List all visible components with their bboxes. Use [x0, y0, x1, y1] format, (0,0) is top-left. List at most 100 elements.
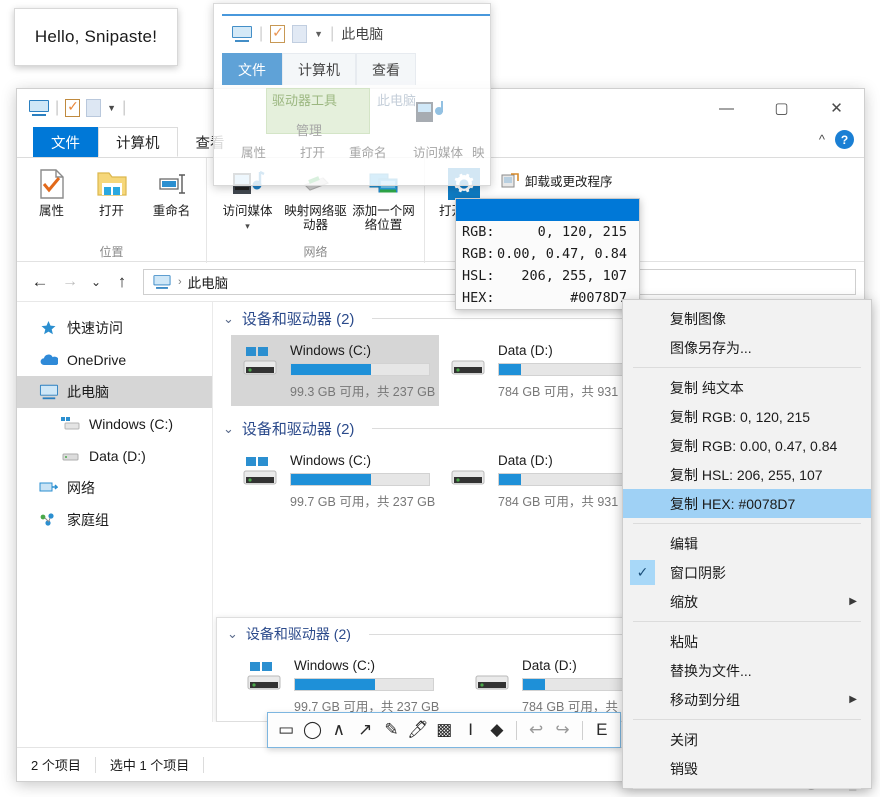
sidebar-item-quick-access[interactable]: 快速访问 [17, 312, 212, 344]
group-title: 设备和驱动器 [245, 626, 330, 642]
up-button[interactable]: ↑ [107, 268, 137, 296]
menu-item-copy-image[interactable]: 复制图像 [623, 304, 871, 333]
close-button[interactable]: ✕ [809, 89, 864, 127]
sidebar-item-homegroup[interactable]: 家庭组 [17, 504, 212, 536]
drive-tile[interactable]: Data (D:) 784 GB 可用，共 931 GB [439, 445, 647, 516]
sidebar-label-windows-c: Windows (C:) [89, 416, 174, 432]
ribbon-button-open[interactable]: 打开 [83, 163, 141, 218]
sidebar-item-data-d[interactable]: Data (D:) [17, 440, 212, 472]
menu-separator [633, 719, 861, 720]
menu-item-copy-hsl[interactable]: 复制 HSL: 206, 255, 107 [623, 460, 871, 489]
menu-item-copy-rgb255[interactable]: 复制 RGB: 0, 120, 215 [623, 402, 871, 431]
arrow-tool[interactable]: ↗ [353, 717, 377, 744]
color-swatch [456, 199, 639, 221]
group-title: 设备和驱动器 [241, 311, 332, 328]
ribbon-button-uninstall-program[interactable]: 卸载或更改程序 [495, 163, 613, 190]
menu-item-copy-hex[interactable]: 复制 HEX: #0078D7 [623, 489, 871, 518]
ribbon-label-rename: 重命名 [152, 204, 191, 218]
undo-button[interactable]: ↩ [524, 717, 548, 744]
drive-tile[interactable]: Windows (C:) 99.7 GB 可用，共 237 GB [235, 650, 443, 721]
drive-tile[interactable]: Windows (C:) 99.7 GB 可用，共 237 GB [231, 445, 439, 516]
sidebar-item-network[interactable]: 网络 [17, 472, 212, 504]
more-button[interactable]: E [590, 717, 614, 744]
snippet-item-map: 映 [472, 146, 485, 160]
drive-name: Windows (C:) [294, 658, 376, 673]
snippet-ghost-label: 此电脑 [377, 93, 417, 108]
menu-separator [633, 367, 861, 368]
snippet-tab-file[interactable]: 文件 [222, 53, 282, 85]
new-folder-icon[interactable] [86, 99, 102, 117]
menu-label-move-to-group: 移动到分组 [670, 691, 740, 708]
snipaste-pinned-explorer-snippet[interactable]: | ▼ | 此电脑 文件 计算机 查看 驱动器工具 管理 此电脑 属性 打开 重… [213, 3, 491, 186]
menu-item-save-image-as[interactable]: 图像另存为... [623, 333, 871, 362]
menu-item-window-shadow[interactable]: ✓ 窗口阴影 [623, 558, 871, 587]
redo-button[interactable]: ↪ [550, 717, 574, 744]
recent-locations-icon[interactable]: ⌄ [85, 268, 107, 296]
menu-item-move-to-group[interactable]: 移动到分组 ▶ [623, 685, 871, 714]
color-value-rgb-float: 0.00, 0.47, 0.84 [496, 246, 627, 262]
help-icon[interactable]: ? [835, 130, 854, 149]
menu-item-edit[interactable]: 编辑 [623, 529, 871, 558]
forward-button[interactable]: → [55, 268, 85, 296]
computer-icon [153, 274, 171, 289]
group-count: (2) [333, 626, 351, 642]
maximize-button[interactable]: ▢ [754, 89, 809, 127]
breadcrumb-current: 此电脑 [187, 275, 229, 291]
marker-tool[interactable]: 🖊 [406, 717, 430, 744]
pencil-tool[interactable]: ✎ [379, 717, 403, 744]
status-item-count: 2 个项目 [31, 758, 81, 773]
chevron-down-icon[interactable]: ▼ [314, 29, 323, 39]
snippet-tab-computer[interactable]: 计算机 [282, 53, 356, 85]
menu-label-zoom: 缩放 [670, 593, 698, 610]
minimize-button[interactable]: — [699, 89, 754, 127]
tab-computer[interactable]: 计算机 [98, 127, 178, 157]
ellipse-tool[interactable]: ◯ [300, 717, 324, 744]
rectangle-tool[interactable]: ▭ [274, 717, 298, 744]
back-button[interactable]: ← [25, 268, 55, 296]
line-tool[interactable]: ∧ [327, 717, 351, 744]
star-icon [39, 319, 58, 338]
snippet-media-icon [414, 98, 448, 128]
ribbon-button-rename[interactable]: 重命名 [143, 163, 201, 218]
breadcrumb-separator: › [178, 275, 182, 288]
color-value-hex: #0078D7 [545, 290, 627, 306]
drive-tile[interactable]: Windows (C:) 99.3 GB 可用，共 237 GB [231, 335, 439, 406]
properties-icon[interactable] [65, 98, 81, 117]
text-tool[interactable]: I [458, 717, 482, 744]
toolbar-separator [516, 720, 517, 740]
chevron-down-icon[interactable]: ▼ [107, 103, 116, 113]
collapse-ribbon-icon[interactable]: ^ [819, 132, 825, 147]
screen: Hello, Snipaste! | ▼ | 此电脑 文件 计算机 查看 驱动器… [0, 0, 880, 797]
sidebar-item-onedrive[interactable]: OneDrive [17, 344, 212, 376]
menu-item-paste[interactable]: 粘贴 [623, 627, 871, 656]
chevron-down-icon[interactable]: ⌄ [223, 421, 234, 437]
chevron-down-icon[interactable]: ⌄ [223, 311, 234, 327]
tab-file[interactable]: 文件 [33, 127, 98, 157]
menu-item-replace-with-file[interactable]: 替换为文件... [623, 656, 871, 685]
snippet-tab-view[interactable]: 查看 [356, 53, 416, 85]
sidebar-item-windows-c[interactable]: Windows (C:) [17, 408, 212, 440]
open-folder-icon [95, 167, 129, 201]
chevron-down-icon[interactable]: ▾ [245, 221, 250, 232]
snipaste-color-info-popup[interactable]: RGB: 0, 120, 215 RGB: 0.00, 0.47, 0.84 H… [455, 198, 640, 310]
computer-icon [232, 26, 252, 42]
menu-item-zoom[interactable]: 缩放 ▶ [623, 587, 871, 616]
menu-item-copy-plain-text[interactable]: 复制 纯文本 [623, 373, 871, 402]
color-key-rgb-float: RGB: [462, 246, 495, 262]
properties-icon [270, 24, 286, 43]
menu-item-destroy[interactable]: 销毁 [623, 754, 871, 783]
drive-tile[interactable]: Data (D:) 784 GB 可用，共 931 GB [439, 335, 647, 406]
snipaste-pinned-note[interactable]: Hello, Snipaste! [14, 8, 178, 66]
mosaic-tool[interactable]: ▩ [432, 717, 456, 744]
sidebar-item-this-pc[interactable]: 此电脑 [17, 376, 212, 408]
ribbon-button-properties[interactable]: 属性 [23, 163, 81, 218]
menu-item-close[interactable]: 关闭 [623, 725, 871, 754]
menu-item-copy-rgb-float[interactable]: 复制 RGB: 0.00, 0.47, 0.84 [623, 431, 871, 460]
rename-icon [155, 167, 189, 201]
snippet-address-label: 此电脑 [341, 26, 384, 42]
menu-separator [633, 788, 861, 789]
pinned-note-text: Hello, Snipaste! [34, 27, 158, 46]
eraser-tool[interactable]: ◆ [485, 717, 509, 744]
drive-name: Windows (C:) [290, 453, 372, 468]
ribbon-group-label-network: 网络 [303, 245, 328, 259]
